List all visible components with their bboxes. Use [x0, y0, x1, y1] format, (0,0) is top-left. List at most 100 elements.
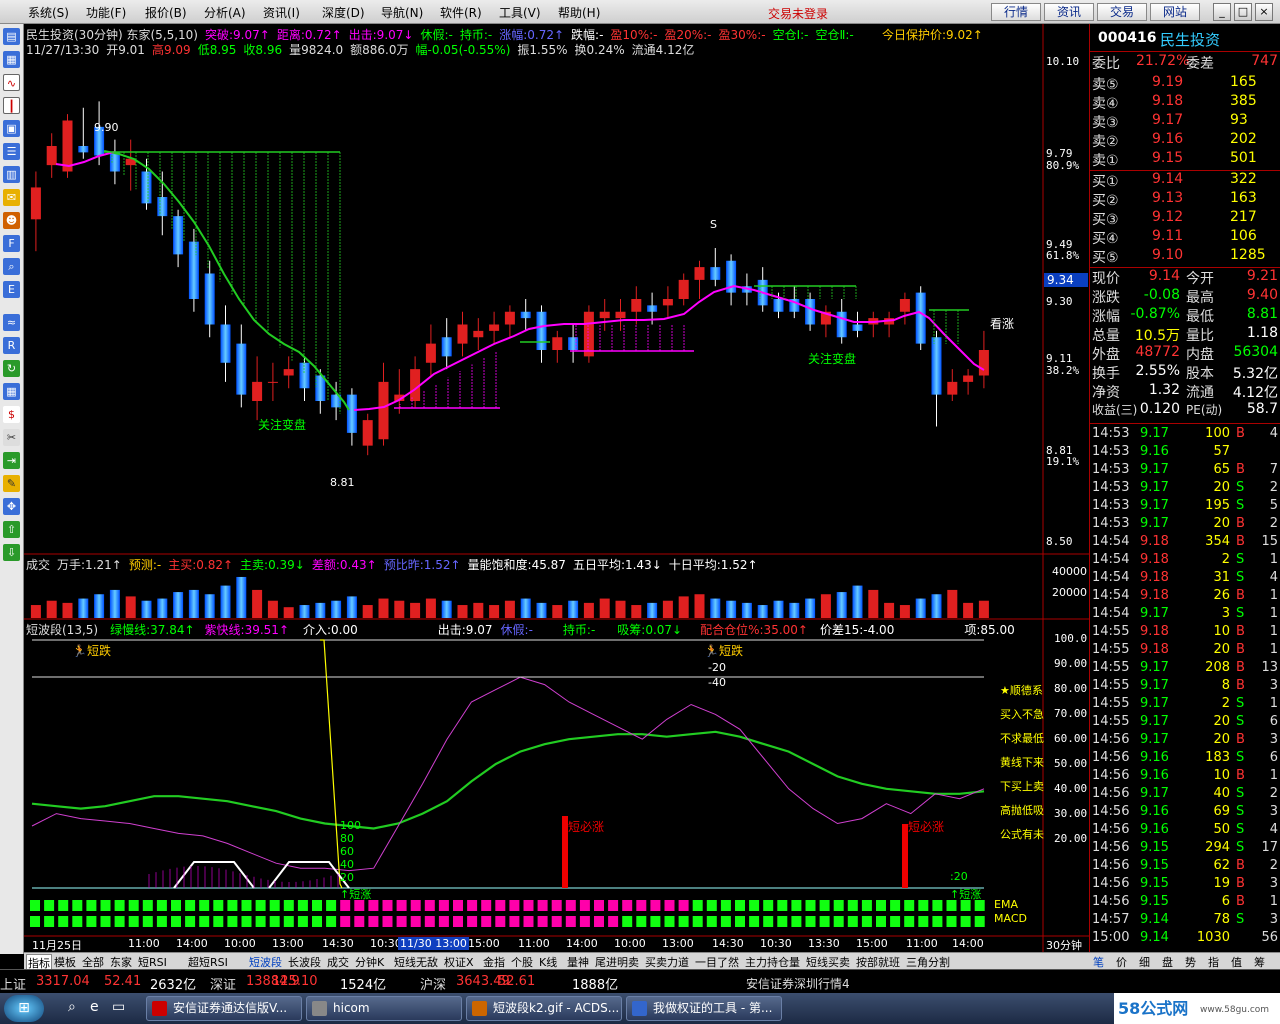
tools-icon[interactable]: ✂	[3, 429, 20, 446]
tick-time: 14:56	[1092, 732, 1130, 747]
indicator-tab-1[interactable]: 模板	[54, 954, 76, 970]
tick-time: 14:56	[1092, 876, 1130, 891]
tick-time: 14:54	[1092, 552, 1130, 567]
window-icon[interactable]: ▣	[3, 120, 20, 137]
task-tdx[interactable]: 安信证券通达信版V...	[146, 996, 302, 1021]
indicator-tab-19[interactable]: 主力持仓量	[745, 954, 800, 970]
tick-side: S	[1236, 552, 1245, 567]
indicator-tab-15[interactable]: 量神	[567, 954, 589, 970]
search-icon[interactable]: ⌕	[3, 258, 20, 275]
quicklaunch-desktop-icon[interactable]: ▭	[112, 999, 125, 1015]
panel-tab-0[interactable]: 笔	[1093, 954, 1104, 970]
quicklaunch-search-icon[interactable]: ⌕	[68, 999, 76, 1015]
etf-icon[interactable]: E	[3, 281, 20, 298]
panel-tab-1[interactable]: 价	[1116, 954, 1127, 970]
menu-analysis[interactable]: 分析(A)	[204, 4, 246, 21]
menu-quote[interactable]: 报价(B)	[145, 4, 187, 21]
macd-signal	[269, 916, 280, 927]
menu-system[interactable]: 系统(S)	[28, 4, 69, 21]
watermark-url: www.58gu.com	[1200, 1005, 1270, 1015]
close-button[interactable]: ×	[1255, 3, 1273, 21]
menu-help[interactable]: 帮助(H)	[558, 4, 600, 21]
quote-row: 买③ 9.12 217	[1090, 209, 1280, 228]
page-icon[interactable]: ▤	[3, 28, 20, 45]
panel-tab-3[interactable]: 盘	[1162, 954, 1173, 970]
chart-area[interactable]: 民生投资(30分钟) 东家(5,5,10) 突破:9.07↑ 距离:0.72↑ 出击:…	[24, 24, 1089, 956]
menu-function[interactable]: 功能(F)	[86, 4, 126, 21]
login-status[interactable]: 交易未登录	[768, 5, 828, 22]
task-acdsee[interactable]: 短波段k2.gif - ACDS...	[466, 996, 622, 1021]
export-icon[interactable]: ⇥	[3, 452, 20, 469]
menu-tools[interactable]: 工具(V)	[499, 4, 541, 21]
f10-icon[interactable]: F	[3, 235, 20, 252]
task-hicom[interactable]: hicom	[306, 996, 462, 1021]
menu-software[interactable]: 软件(R)	[440, 4, 482, 21]
start-icon[interactable]: ⊞	[4, 995, 44, 1022]
menu-navigate[interactable]: 导航(N)	[381, 4, 423, 21]
users-icon[interactable]: ☻	[3, 212, 20, 229]
rsi-icon[interactable]: R	[3, 337, 20, 354]
maximize-button[interactable]: □	[1234, 3, 1252, 21]
grid-icon[interactable]: ▦	[3, 51, 20, 68]
panel-tab-4[interactable]: 势	[1185, 954, 1196, 970]
tick-volume: 26	[1213, 588, 1230, 603]
indicator-tab-20[interactable]: 短线买卖	[806, 954, 850, 970]
mail-icon[interactable]: ✉	[3, 189, 20, 206]
tick-volume: 31	[1213, 570, 1230, 585]
trade-button[interactable]: 交易	[1097, 3, 1147, 21]
indicator-tab-4[interactable]: 短RSI	[138, 954, 167, 970]
indicator-tab-7[interactable]: 长波段	[288, 954, 321, 970]
macd-signal	[467, 916, 478, 927]
panel-tab-5[interactable]: 指	[1208, 954, 1219, 970]
quote-button[interactable]: 行情	[991, 3, 1041, 21]
indicator-tab-22[interactable]: 三角分割	[906, 954, 950, 970]
period-label[interactable]: 30分钟	[1046, 937, 1082, 953]
move-icon[interactable]: ✥	[3, 498, 20, 515]
indicator-tab-10[interactable]: 短线无敌	[394, 954, 438, 970]
indicator-tab-5[interactable]: 超短RSI	[188, 954, 228, 970]
volume-bar	[536, 602, 547, 618]
wave-icon[interactable]: ≈	[3, 314, 20, 331]
ema-signal	[918, 900, 929, 911]
indicator-tab-6[interactable]: 短波段	[249, 954, 282, 970]
candle-icon[interactable]: ┃	[3, 97, 20, 114]
ema-signal	[438, 900, 449, 911]
indicator-tab-17[interactable]: 买卖力道	[645, 954, 689, 970]
refresh-icon[interactable]: ↻	[3, 360, 20, 377]
menu-depth[interactable]: 深度(D)	[322, 4, 365, 21]
indicator-tab-3[interactable]: 东家	[110, 954, 132, 970]
arrow-up-icon[interactable]: ⇧	[3, 521, 20, 538]
minimize-button[interactable]: _	[1213, 3, 1231, 21]
indicator-tab-18[interactable]: 一目了然	[695, 954, 739, 970]
dollar-icon[interactable]: $	[3, 406, 20, 423]
arrow-down-icon[interactable]: ⇩	[3, 544, 20, 561]
menu-info[interactable]: 资讯(I)	[263, 4, 300, 21]
panel-tab-6[interactable]: 值	[1231, 954, 1242, 970]
indicator-tab-16[interactable]: 尾进明卖	[595, 954, 639, 970]
time-axis-label: 14:30	[322, 937, 354, 950]
volume-bar	[599, 598, 610, 618]
panel-tab-7[interactable]: 筹	[1254, 954, 1265, 970]
indicator-tab-9[interactable]: 分钟K	[355, 954, 384, 970]
panel-tab-2[interactable]: 细	[1139, 954, 1150, 970]
pencil-icon[interactable]: ✎	[3, 475, 20, 492]
macd-signal	[354, 916, 365, 927]
tick-volume: 208	[1205, 660, 1230, 675]
tick-price: 9.15	[1140, 894, 1169, 909]
task-browser[interactable]: 我做权证的工具 - 第...	[626, 996, 782, 1021]
line-chart-icon[interactable]: ∿	[3, 74, 20, 91]
calendar-icon[interactable]: ▦	[3, 383, 20, 400]
indicator-tab-2[interactable]: 全部	[82, 954, 104, 970]
table-icon[interactable]: ▥	[3, 166, 20, 183]
indicator-tab-11[interactable]: 权证X	[444, 954, 474, 970]
info-button[interactable]: 资讯	[1044, 3, 1094, 21]
list-icon[interactable]: ☰	[3, 143, 20, 160]
indicator-tab-8[interactable]: 成交	[327, 954, 349, 970]
indicator-tab-14[interactable]: K线	[539, 954, 557, 970]
chart-canvas[interactable]	[24, 24, 1089, 956]
indicator-tab-21[interactable]: 按部就班	[856, 954, 900, 970]
quicklaunch-ie-icon[interactable]: e	[90, 999, 99, 1015]
indicator-tab-13[interactable]: 个股	[511, 954, 533, 970]
indicator-tab-12[interactable]: 金指	[483, 954, 505, 970]
website-button[interactable]: 网站	[1150, 3, 1200, 21]
